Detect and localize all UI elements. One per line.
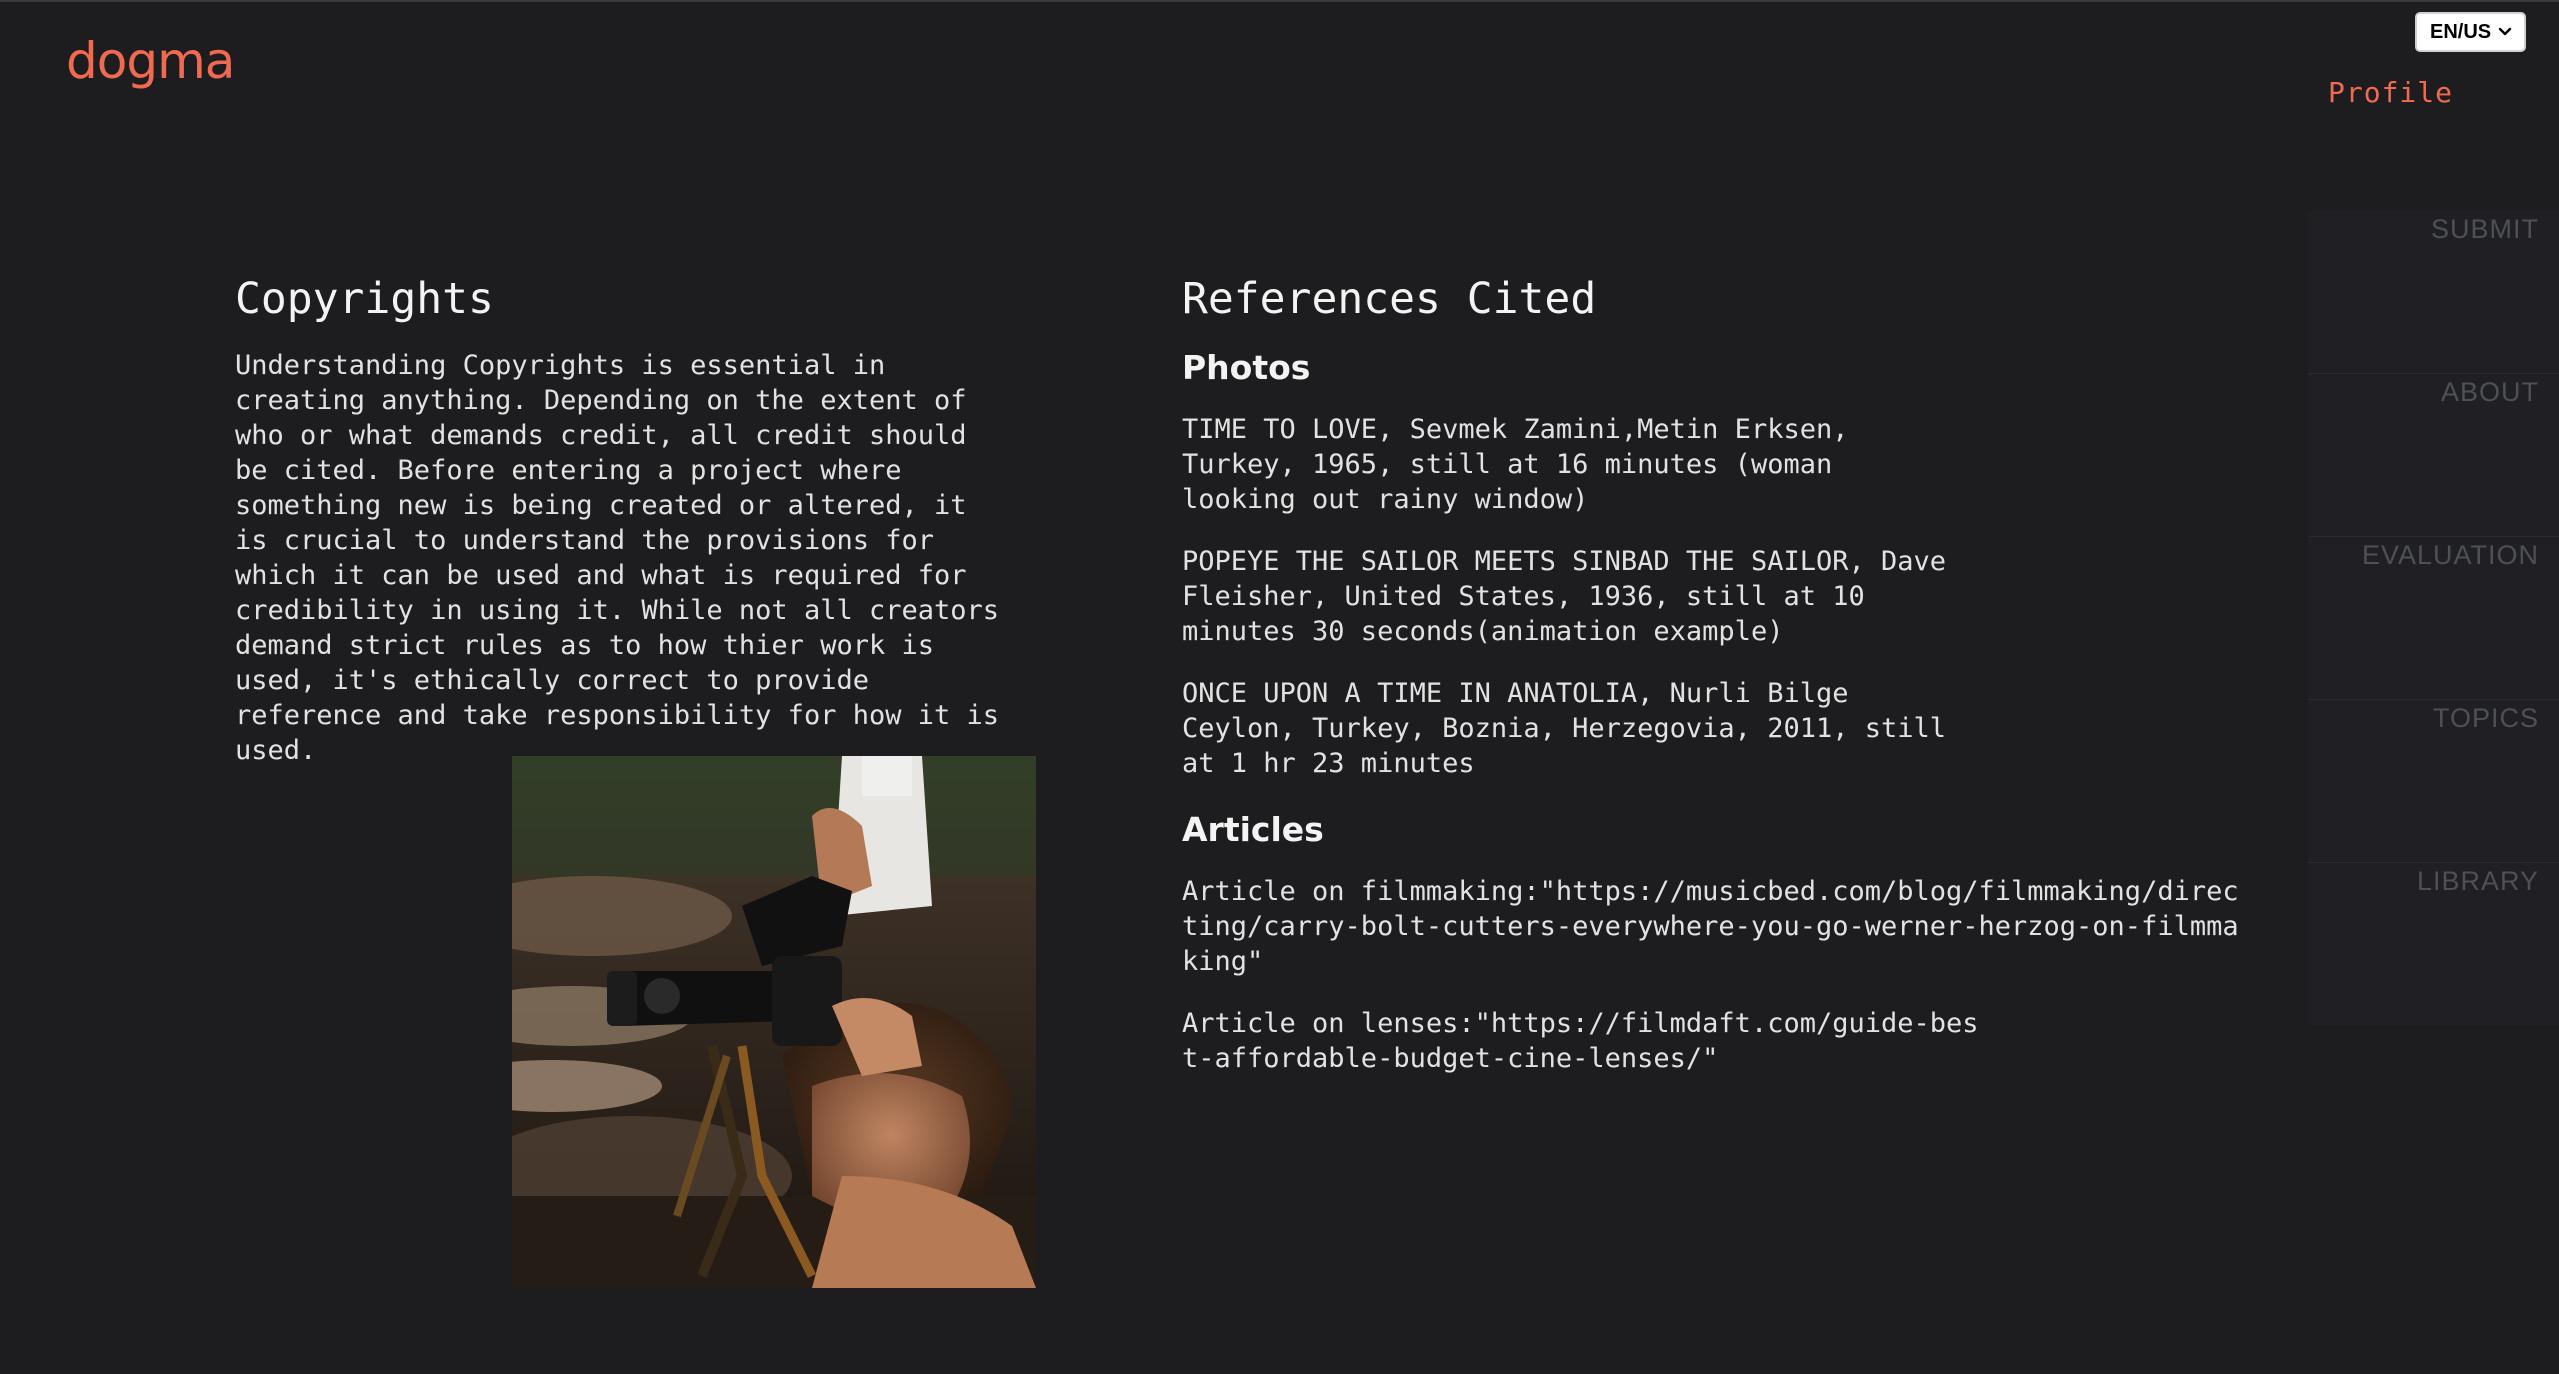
profile-link[interactable]: Profile [2328,76,2453,109]
articles-title: Articles [1182,810,1324,849]
references-title: References Cited [1182,274,1597,324]
nav-item-label: TOPICS [2432,703,2539,733]
photos-list: TIME TO LOVE, Sevmek Zamini,Metin Erksen… [1182,412,2252,781]
photo-reference: ONCE UPON A TIME IN ANATOLIA, Nurli Bilg… [1182,678,1947,779]
nav-item-submit[interactable]: SUBMIT [2308,210,2559,373]
nav-item-label: SUBMIT [2430,214,2539,244]
article-reference: Article on filmmaking:"https://musicbed.… [1182,876,2239,977]
top-border [0,0,2559,2]
nav-item-topics[interactable]: TOPICS [2308,699,2559,862]
brand-logo[interactable]: dogma [66,36,235,86]
copyrights-body: Understanding Copyrights is essential in… [235,350,1000,766]
articles-list: Article on filmmaking:"https://musicbed.… [1182,874,2252,1076]
language-select[interactable]: EN/US [2415,12,2526,52]
nav-item-evaluation[interactable]: EVALUATION [2308,536,2559,699]
photo-reference: TIME TO LOVE, Sevmek Zamini,Metin Erksen… [1182,414,1849,515]
nav-item-label: LIBRARY [2416,866,2539,896]
side-nav: SUBMIT ABOUT EVALUATION TOPICS LIBRARY [2308,210,2559,1025]
nav-item-about[interactable]: ABOUT [2308,373,2559,536]
article-reference: Article on lenses:"https://filmdaft.com/… [1182,1008,1979,1074]
filmmaker-photo [512,756,1036,1288]
copyrights-title: Copyrights [235,274,494,324]
chevron-down-icon [2498,27,2512,36]
nav-item-label: ABOUT [2440,377,2539,407]
copyrights-section: Copyrights Understanding Copyrights is e… [235,270,1015,768]
filmmaker-photo-image [512,756,1036,1288]
nav-item-library[interactable]: LIBRARY [2308,862,2559,1025]
nav-item-label: EVALUATION [2361,540,2539,570]
language-select-value: EN/US [2430,20,2492,43]
photo-reference: POPEYE THE SAILOR MEETS SINBAD THE SAILO… [1182,546,1947,647]
photos-title: Photos [1182,348,1311,387]
references-section: References Cited Photos TIME TO LOVE, Se… [1182,270,2252,1103]
